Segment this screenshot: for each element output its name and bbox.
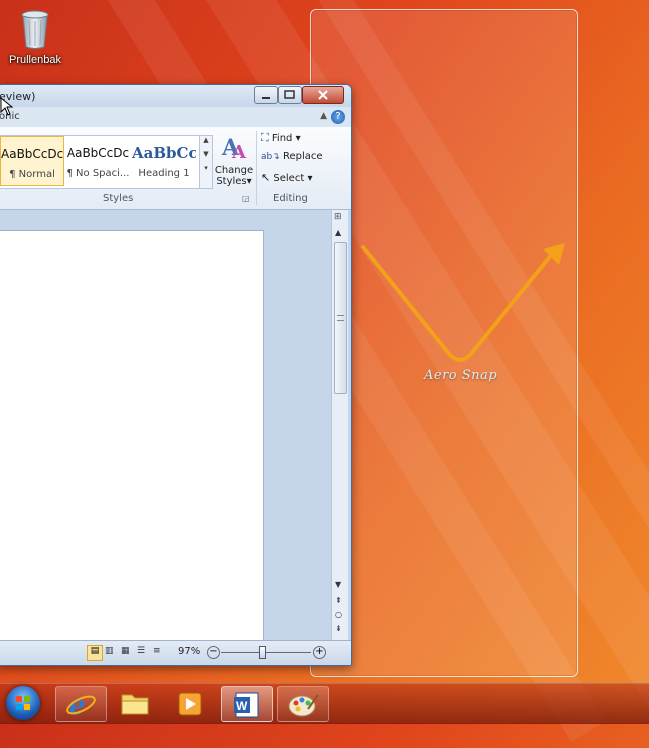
- style-name: ¶ Normal: [9, 169, 55, 180]
- group-separator: [256, 131, 257, 205]
- style-normal[interactable]: AaBbCcDc ¶ Normal: [0, 136, 64, 186]
- scroll-up-icon[interactable]: ▲: [335, 228, 341, 237]
- title-bar[interactable]: eview): [0, 85, 351, 107]
- change-styles-icon: A A: [221, 135, 247, 163]
- recycle-bin-icon: [21, 10, 49, 50]
- next-page-icon[interactable]: ⇟: [335, 624, 342, 633]
- gallery-down-icon[interactable]: ▼: [200, 150, 212, 158]
- replace-label: Replace: [282, 151, 323, 162]
- browse-object-icon[interactable]: ○: [335, 610, 342, 619]
- document-area[interactable]: [0, 210, 331, 652]
- ribbon-tabs[interactable]: onic ▲ ?: [0, 107, 351, 127]
- dropdown-arrow-icon: ▾: [307, 173, 313, 184]
- change-styles-button[interactable]: A A Change Styles▾: [213, 133, 255, 191]
- change-styles-label-2: Styles: [216, 176, 247, 187]
- outline-icon[interactable]: ☰: [137, 646, 145, 656]
- taskbar-windows-explorer[interactable]: [110, 686, 160, 720]
- taskbar-paint[interactable]: [277, 686, 329, 722]
- snap-caption: Aero Snap: [424, 368, 498, 383]
- status-bar: ▤ ▥ ▦ ☰ ≡ 97% − +: [0, 640, 351, 665]
- zoom-slider[interactable]: [221, 652, 311, 653]
- previous-page-icon[interactable]: ⇞: [335, 596, 342, 605]
- svg-text:e: e: [69, 691, 86, 721]
- gallery-scroll[interactable]: ▲ ▼ ▾: [199, 135, 213, 189]
- document-page[interactable]: [0, 230, 264, 652]
- quick-styles-gallery[interactable]: AaBbCcDc ¶ Normal AaBbCcDc ¶ No Spaci...…: [0, 135, 201, 189]
- select-button[interactable]: ↖ Select ▾: [261, 171, 312, 189]
- svg-text:W: W: [236, 699, 248, 713]
- minimize-button[interactable]: [254, 86, 278, 104]
- find-button[interactable]: ⛶ Find ▾: [261, 131, 301, 149]
- style-name: Heading 1: [138, 168, 190, 179]
- style-sample: AaBbCc: [132, 144, 196, 162]
- desktop-icon-label: Prullenbak: [9, 54, 61, 66]
- mouse-cursor-icon: [0, 97, 14, 116]
- grip-icon: [337, 315, 344, 321]
- internet-explorer-icon: e: [66, 691, 96, 721]
- close-button[interactable]: [302, 86, 344, 104]
- select-label: Select: [273, 173, 305, 184]
- print-layout-icon[interactable]: ▤: [87, 645, 103, 661]
- style-sample: AaBbCcDc: [1, 147, 63, 161]
- zoom-in-icon[interactable]: +: [313, 646, 326, 659]
- zoom-level[interactable]: 97%: [178, 646, 200, 657]
- binoculars-icon: ⛶: [261, 131, 269, 144]
- folder-icon: [121, 694, 149, 715]
- paint-icon: [288, 694, 319, 717]
- snap-arrow-icon: [361, 243, 565, 362]
- media-player-icon: [178, 692, 202, 716]
- gallery-more-icon[interactable]: ▾: [200, 164, 212, 172]
- cursor-icon: ↖: [261, 171, 271, 184]
- dropdown-arrow-icon: ▾: [295, 133, 301, 144]
- svg-text:A: A: [231, 142, 247, 161]
- find-label: Find: [271, 133, 293, 144]
- gallery-up-icon[interactable]: ▲: [200, 136, 212, 144]
- style-heading-1[interactable]: AaBbCc Heading 1: [132, 136, 196, 186]
- help-icon[interactable]: ?: [331, 110, 345, 124]
- word-window[interactable]: eview) onic ▲ ? AaBbCcDc ¶ Normal AaBbCc…: [0, 84, 352, 666]
- ribbon: AaBbCcDc ¶ Normal AaBbCcDc ¶ No Spaci...…: [0, 127, 351, 210]
- ruler-toggle-icon[interactable]: ⊞: [334, 212, 342, 222]
- change-styles-label-1: Change: [214, 165, 254, 176]
- close-icon: [318, 90, 328, 100]
- draft-icon[interactable]: ≡: [153, 646, 161, 656]
- desktop-icon-recycle-bin[interactable]: Prullenbak: [4, 6, 66, 74]
- maximize-button[interactable]: [278, 86, 302, 104]
- replace-button[interactable]: ab↴ Replace: [261, 151, 323, 169]
- taskbar-internet-explorer[interactable]: e: [55, 686, 107, 722]
- dialog-launcher-icon[interactable]: ◲: [242, 194, 250, 203]
- restore-icon: [284, 90, 295, 99]
- minimize-icon: [262, 97, 270, 99]
- change-styles-label-row: Styles▾: [213, 176, 255, 187]
- scroll-thumb[interactable]: [334, 242, 347, 394]
- style-sample: AaBbCcDc: [66, 146, 130, 160]
- style-name: ¶ No Spaci...: [66, 168, 130, 179]
- style-no-spacing[interactable]: AaBbCcDc ¶ No Spaci...: [66, 136, 130, 186]
- taskbar-media-player[interactable]: [165, 686, 215, 720]
- dropdown-arrow-icon: ▾: [246, 176, 252, 187]
- styles-group-label: Styles: [103, 193, 134, 204]
- vertical-scrollbar[interactable]: ⊞ ▲ ▼ ⇞ ○ ⇟: [331, 210, 348, 640]
- replace-icon: ab↴: [261, 152, 280, 162]
- scroll-down-icon[interactable]: ▼: [335, 580, 341, 589]
- taskbar-microsoft-word[interactable]: W: [221, 686, 273, 722]
- windows-orb-icon: [16, 696, 30, 710]
- start-button[interactable]: [6, 686, 40, 720]
- ribbon-collapse-icon[interactable]: ▲: [320, 111, 327, 121]
- zoom-slider-thumb[interactable]: [258, 646, 266, 659]
- zoom-out-icon[interactable]: −: [207, 646, 220, 659]
- web-layout-icon[interactable]: ▦: [121, 646, 130, 656]
- editing-group-label: Editing: [273, 193, 308, 204]
- word-icon: W: [234, 692, 259, 718]
- full-screen-reading-icon[interactable]: ▥: [105, 646, 114, 656]
